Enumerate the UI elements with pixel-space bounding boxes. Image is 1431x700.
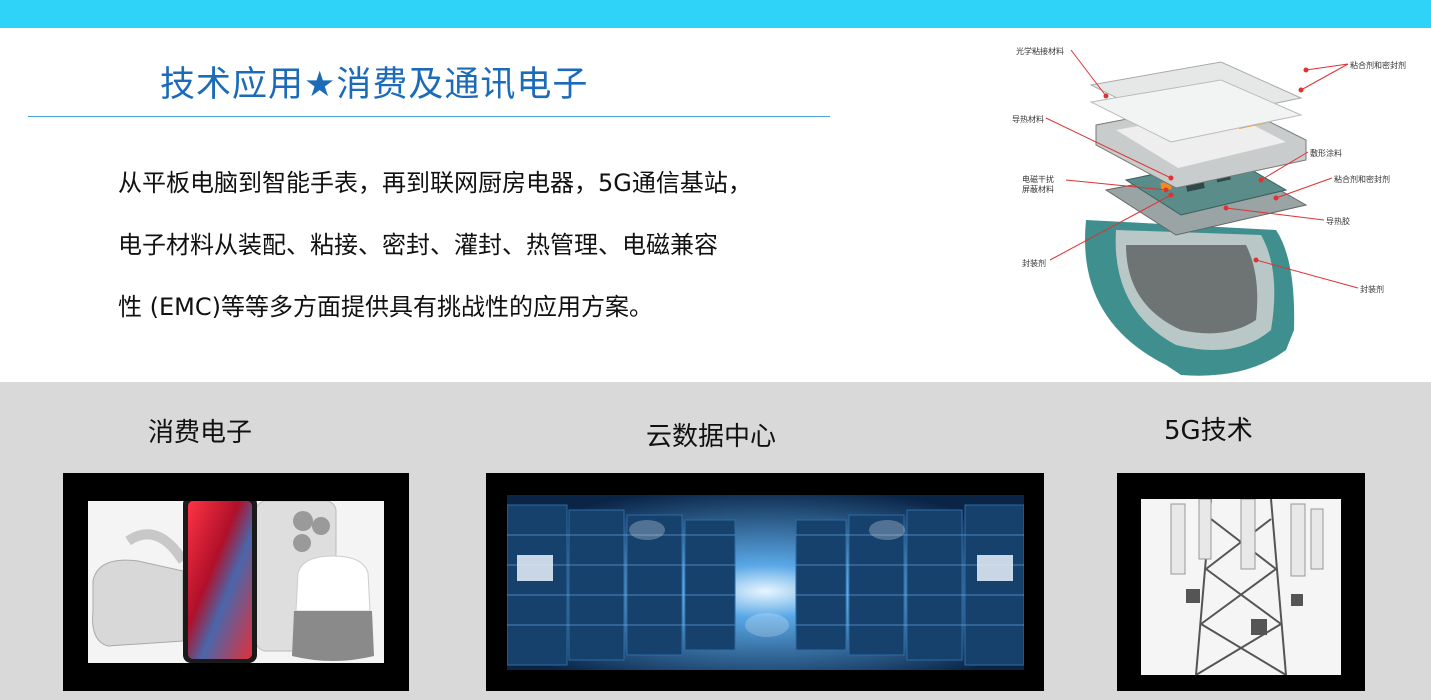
page-title: 技术应用★消费及通讯电子: [160, 65, 589, 105]
intro-paragraph: 从平板电脑到智能手表，再到联网厨房电器，5G通信基站， 电子材料从装配、粘接、密…: [118, 152, 838, 338]
top-accent-bar: [0, 0, 1431, 28]
intro-line-3: 性 (EMC)等等多方面提供具有挑战性的应用方案。: [118, 293, 653, 321]
data-center-frame: [486, 473, 1044, 691]
cell-tower-frame: [1117, 473, 1365, 691]
section-label-data-center: 云数据中心: [646, 422, 777, 452]
smartwatch-exploded-diagram: 光学粘接材料 粘合剂和密封剂 导热材料 敷形涂料 电磁干扰 屏蔽材料 粘合剂和密…: [976, 30, 1431, 382]
intro-line-2: 电子材料从装配、粘接、密封、灌封、热管理、电磁兼容: [118, 231, 718, 259]
callout-leader-lines: [1045, 49, 1359, 289]
intro-line-1: 从平板电脑到智能手表，再到联网厨房电器，5G通信基站，: [118, 169, 752, 197]
consumer-electronics-photo: [88, 501, 384, 663]
data-center-photo: [507, 495, 1024, 670]
title-divider: [28, 116, 830, 117]
section-label-5g: 5G技术: [1164, 416, 1253, 446]
cell-tower-photo: [1141, 499, 1341, 675]
consumer-electronics-frame: [63, 473, 409, 691]
section-label-consumer-electronics: 消费电子: [148, 418, 253, 448]
